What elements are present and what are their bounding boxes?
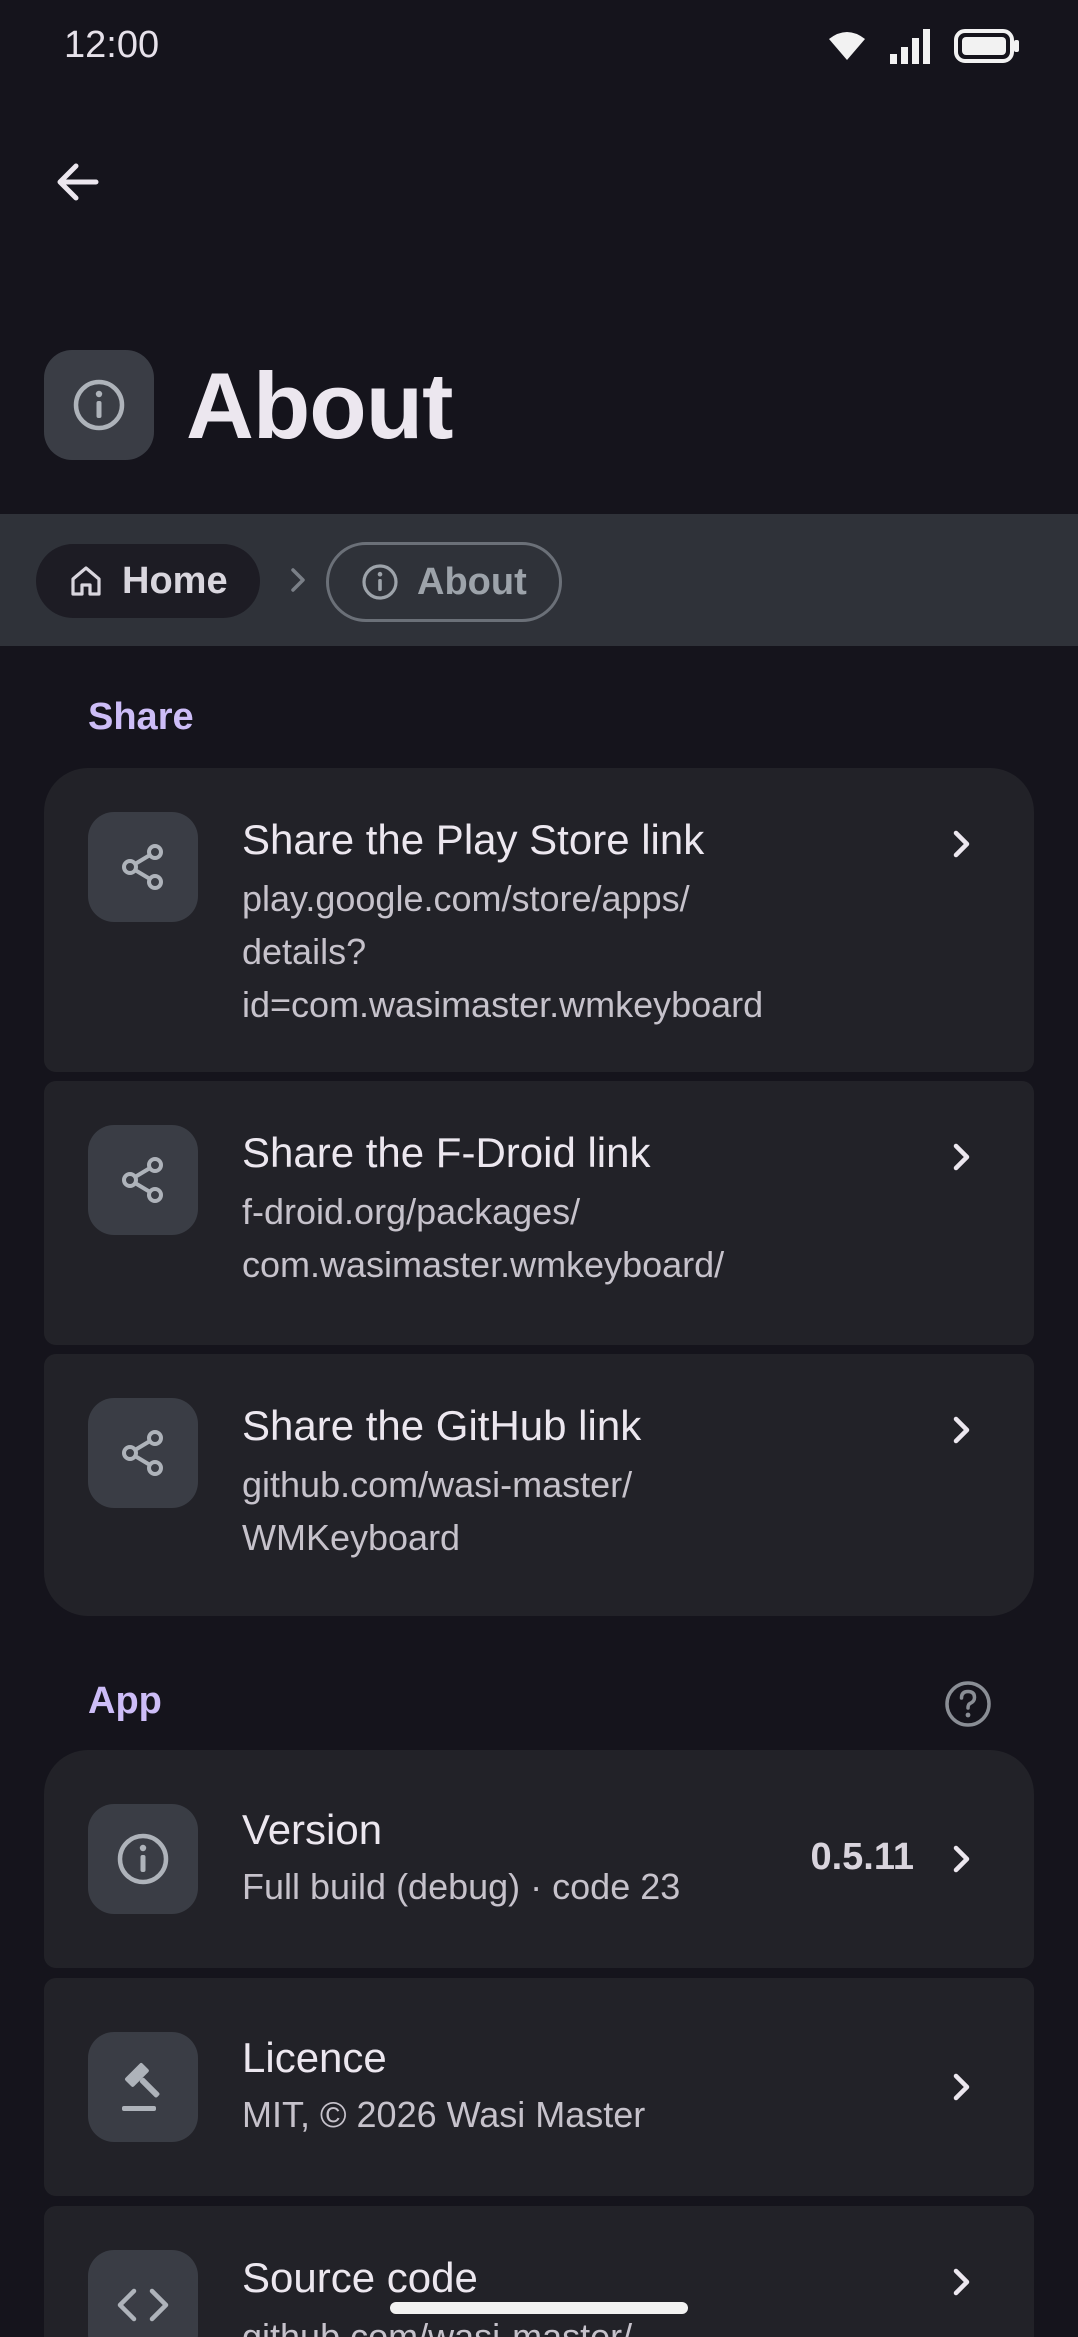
back-button[interactable] bbox=[40, 144, 116, 220]
chevron-right-icon bbox=[942, 1410, 982, 1450]
breadcrumb-home[interactable]: Home bbox=[36, 544, 260, 618]
version-title: Version bbox=[242, 1806, 383, 1853]
page-title-icon-box bbox=[44, 350, 154, 460]
share-github-subtitle: github.com/wasi-master/ WMKeyboard bbox=[242, 1464, 633, 1558]
chevron-right-icon bbox=[942, 1839, 982, 1879]
info-icon bbox=[73, 379, 125, 431]
version-value: 0.5.11 bbox=[810, 1836, 914, 1878]
version-icon-box bbox=[88, 1804, 198, 1914]
arrow-left-icon bbox=[57, 163, 99, 201]
source-code-subtitle: github.com/wasi-master/ bbox=[242, 2316, 633, 2337]
version-item[interactable]: Version Full build (debug) · code 23 0.5… bbox=[44, 1750, 1034, 1968]
help-circle-icon bbox=[945, 1681, 991, 1727]
share-icon-box bbox=[88, 1398, 198, 1508]
status-icons bbox=[828, 28, 1020, 64]
licence-title: Licence bbox=[242, 2034, 387, 2081]
source-code-icon-box bbox=[88, 2250, 198, 2337]
breadcrumb-about[interactable]: About bbox=[326, 542, 562, 622]
status-time: 12:00 bbox=[64, 24, 160, 66]
info-icon bbox=[117, 1833, 169, 1885]
share-github-title: Share the GitHub link bbox=[242, 1402, 642, 1449]
share-play-store-item[interactable]: Share the Play Store link play.google.co… bbox=[44, 768, 1034, 1072]
share-fdroid-title: Share the F-Droid link bbox=[242, 1129, 651, 1176]
app-section-title: App bbox=[88, 1680, 162, 1722]
chevron-right-icon bbox=[942, 1137, 982, 1177]
licence-subtitle: MIT, © 2026 Wasi Master bbox=[242, 2094, 646, 2135]
home-icon bbox=[71, 566, 101, 596]
breadcrumb-home-label: Home bbox=[122, 559, 228, 602]
share-icon bbox=[122, 844, 163, 890]
share-icon-box bbox=[88, 812, 198, 922]
share-icon-box bbox=[88, 1125, 198, 1235]
share-icon bbox=[122, 1157, 163, 1203]
chevron-right-icon bbox=[291, 568, 305, 592]
share-fdroid-subtitle: f-droid.org/packages/ com.wasimaster.wmk… bbox=[242, 1191, 725, 1285]
gavel-icon bbox=[122, 2063, 160, 2111]
home-indicator[interactable] bbox=[390, 2302, 688, 2314]
share-fdroid-item[interactable]: Share the F-Droid link f-droid.org/packa… bbox=[44, 1081, 1034, 1345]
help-button[interactable] bbox=[940, 1676, 996, 1732]
breadcrumb-about-label: About bbox=[417, 560, 527, 603]
breadcrumb: Home About bbox=[0, 514, 1078, 646]
licence-icon-box bbox=[88, 2032, 198, 2142]
wifi-icon bbox=[829, 32, 865, 60]
chevron-right-icon bbox=[942, 824, 982, 864]
version-subtitle: Full build (debug) · code 23 bbox=[242, 1866, 681, 1907]
share-icon bbox=[122, 1430, 163, 1476]
info-icon bbox=[362, 564, 398, 600]
licence-item[interactable]: Licence MIT, © 2026 Wasi Master bbox=[44, 1978, 1034, 2196]
source-code-item[interactable]: Source code github.com/wasi-master/ bbox=[44, 2206, 1034, 2337]
code-icon bbox=[117, 2288, 169, 2322]
source-code-title: Source code bbox=[242, 2254, 478, 2301]
share-play-store-title: Share the Play Store link bbox=[242, 816, 705, 863]
page-title: About bbox=[186, 353, 453, 458]
breadcrumb-separator bbox=[284, 562, 312, 603]
status-bar: 12:00 bbox=[0, 0, 1078, 96]
chevron-right-icon bbox=[942, 2262, 982, 2302]
signal-icon bbox=[890, 29, 930, 64]
share-section-title: Share bbox=[88, 696, 194, 738]
share-play-store-subtitle: play.google.com/store/apps/ details? id=… bbox=[242, 878, 764, 1025]
battery-icon bbox=[954, 29, 1019, 63]
share-github-item[interactable]: Share the GitHub link github.com/wasi-ma… bbox=[44, 1354, 1034, 1616]
chevron-right-icon bbox=[942, 2067, 982, 2107]
